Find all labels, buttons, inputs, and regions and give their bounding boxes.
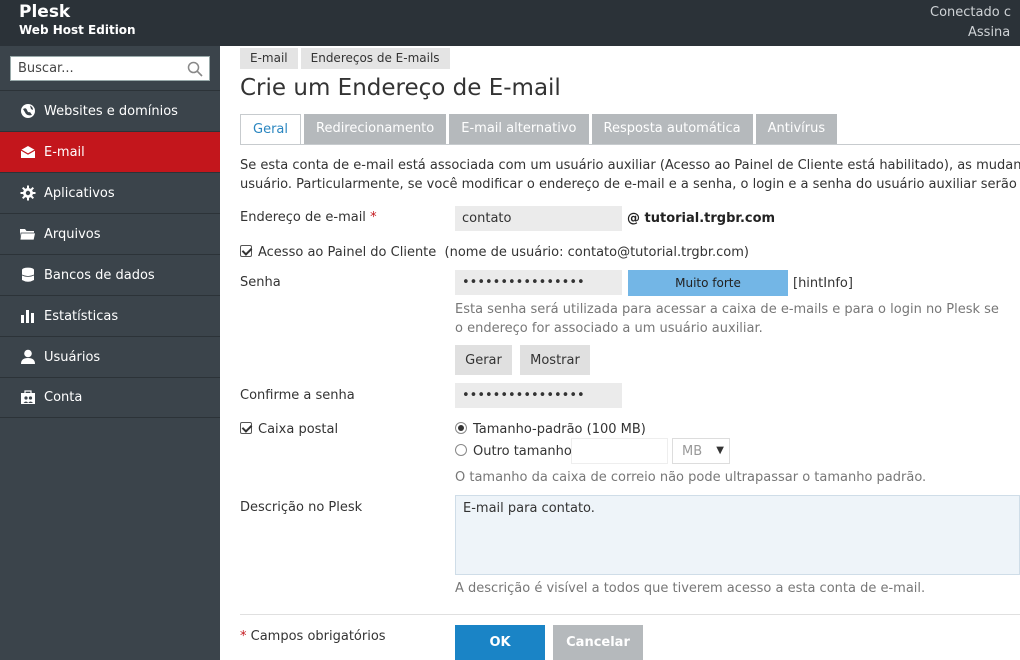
password-hint-line-1: Esta senha será utilizada para acessar a… (455, 302, 999, 317)
search-box (10, 56, 210, 81)
mailbox-row: Caixa postal (240, 422, 338, 437)
sidebar: Websites e domínios E-mail Aplicativos A… (0, 46, 220, 660)
hint-info: [hintInfo] (793, 276, 853, 291)
sidebar-item-label: Aplicativos (44, 185, 115, 201)
intro-line-1: Se esta conta de e-mail está associada c… (240, 158, 1020, 173)
size-other-input[interactable] (571, 438, 668, 464)
panel-access-row: Acesso ao Painel do Cliente (nome de usu… (240, 245, 749, 260)
top-bar: Plesk Web Host Edition Conectado c Assin… (0, 0, 1020, 46)
brand-logo[interactable]: Plesk Web Host Edition (19, 2, 136, 37)
panel-access-username: (nome de usuário: contato@tutorial.trgbr… (444, 245, 749, 260)
search-icon[interactable] (187, 61, 203, 77)
intro-text: Se esta conta de e-mail está associada c… (240, 156, 1020, 194)
show-password-button[interactable]: Mostrar (520, 345, 590, 375)
tab-general[interactable]: Geral (240, 114, 301, 145)
sidebar-item-label: Arquivos (44, 226, 101, 242)
tab-divider (240, 144, 1020, 145)
database-icon (19, 267, 36, 283)
sidebar-nav: Websites e domínios E-mail Aplicativos A… (0, 90, 220, 418)
confirm-password-field[interactable] (455, 383, 622, 408)
size-default-radio[interactable] (455, 422, 467, 434)
description-field[interactable]: E-mail para contato. (455, 495, 1020, 575)
required-fields-note: * Campos obrigatórios (240, 629, 386, 644)
email-label: Endereço de e-mail * (240, 210, 377, 225)
email-field[interactable] (455, 206, 622, 231)
envelope-icon (19, 144, 36, 160)
description-hint: A descrição é visível a todos que tivere… (455, 581, 926, 596)
mailbox-label: Caixa postal (258, 422, 339, 437)
bar-chart-icon (19, 308, 36, 324)
breadcrumb-email[interactable]: E-mail (240, 48, 298, 69)
sidebar-item-statistics[interactable]: Estatísticas (0, 295, 220, 336)
sidebar-item-account[interactable]: Conta (0, 377, 220, 418)
size-unit-value: MB (682, 444, 703, 459)
brand-edition: Web Host Edition (19, 23, 136, 37)
sidebar-item-users[interactable]: Usuários (0, 336, 220, 377)
size-default-label: Tamanho-padrão (100 MB) (473, 422, 646, 437)
password-label: Senha (240, 275, 281, 290)
sidebar-item-label: Conta (44, 390, 83, 405)
tab-forwarding[interactable]: Redirecionamento (304, 114, 447, 145)
cancel-button[interactable]: Cancelar (553, 625, 643, 660)
required-note-text: Campos obrigatórios (250, 629, 386, 644)
generate-password-button[interactable]: Gerar (455, 345, 512, 375)
sidebar-item-databases[interactable]: Bancos de dados (0, 254, 220, 295)
mailbox-checkbox[interactable] (240, 422, 252, 434)
panel-access-checkbox[interactable] (240, 245, 252, 257)
email-domain: @ tutorial.trgbr.com (627, 211, 776, 226)
panel-access-label: Acesso ao Painel do Cliente (258, 245, 437, 260)
sidebar-item-label: Bancos de dados (44, 267, 155, 283)
sidebar-item-label: Estatísticas (44, 308, 119, 324)
account-icon (19, 390, 36, 406)
sidebar-item-label: E-mail (44, 144, 85, 160)
brand-name: Plesk (19, 2, 71, 22)
password-hint-line-2: o endereço for associado a um usuário au… (455, 321, 763, 336)
account-info: Conectado c Assina (930, 3, 1020, 43)
breadcrumb-email-addresses[interactable]: Endereços de E-mails (300, 48, 450, 69)
sidebar-item-email[interactable]: E-mail (0, 131, 220, 172)
ok-button[interactable]: OK (455, 625, 545, 660)
user-icon (19, 349, 36, 365)
tab-bar: Geral Redirecionamento E-mail alternativ… (240, 114, 840, 145)
size-other-option[interactable]: Outro tamanho (455, 444, 572, 459)
breadcrumb: E-mail Endereços de E-mails (240, 48, 453, 69)
folder-icon (19, 226, 36, 242)
mailbox-hint: O tamanho da caixa de correio não pode u… (455, 470, 927, 485)
sidebar-item-files[interactable]: Arquivos (0, 213, 220, 254)
sidebar-item-label: Usuários (44, 349, 101, 365)
description-label: Descrição no Plesk (240, 500, 363, 515)
required-mark: * (370, 210, 377, 225)
size-other-radio[interactable] (455, 444, 467, 456)
search-input[interactable] (11, 57, 181, 80)
required-note-mark: * (240, 629, 247, 644)
password-hint: Esta senha será utilizada para acessar a… (455, 300, 999, 338)
size-unit-select[interactable]: MB ▼ (672, 438, 730, 464)
tab-antivirus[interactable]: Antivírus (755, 114, 838, 145)
email-label-text: Endereço de e-mail (240, 210, 366, 225)
size-other-label: Outro tamanho (473, 444, 572, 459)
password-strength-indicator: Muito forte (628, 270, 788, 296)
tab-alternate-email[interactable]: E-mail alternativo (449, 114, 589, 145)
gear-icon (19, 185, 36, 201)
size-default-option[interactable]: Tamanho-padrão (100 MB) (455, 422, 646, 437)
globe-icon (19, 103, 36, 119)
main-content: E-mail Endereços de E-mails Crie um Ende… (220, 46, 1020, 660)
form-divider (240, 614, 1020, 615)
chevron-down-icon: ▼ (716, 445, 724, 456)
confirm-password-label: Confirme a senha (240, 388, 355, 403)
sidebar-item-applications[interactable]: Aplicativos (0, 172, 220, 213)
sidebar-item-label: Websites e domínios (44, 103, 178, 119)
connected-as-text[interactable]: Conectado c (930, 3, 1020, 23)
password-field[interactable] (455, 270, 622, 295)
page-title: Crie um Endereço de E-mail (240, 75, 561, 101)
tab-autoresponder[interactable]: Resposta automática (591, 114, 753, 145)
sidebar-item-websites[interactable]: Websites e domínios (0, 90, 220, 131)
subscription-text[interactable]: Assina (930, 23, 1020, 43)
intro-line-2: usuário. Particularmente, se você modifi… (240, 177, 1020, 192)
